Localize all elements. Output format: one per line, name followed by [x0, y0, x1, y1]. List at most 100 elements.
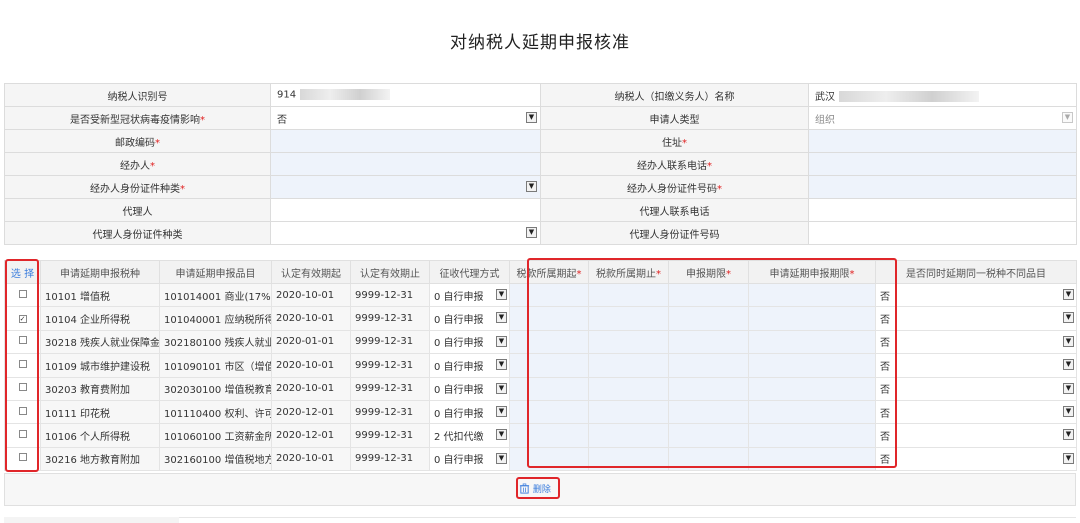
- deferral-deadline-input[interactable]: [748, 446, 876, 472]
- dropdown-arrow-icon[interactable]: ▼: [496, 312, 507, 324]
- cell-same-tax[interactable]: 否 ▼: [875, 306, 1077, 331]
- period-start-input[interactable]: [509, 306, 589, 331]
- cell-mode[interactable]: 0 自行申报 ▼: [429, 353, 510, 378]
- period-end-input[interactable]: [588, 399, 669, 425]
- cell-same-tax[interactable]: 否 ▼: [875, 329, 1077, 355]
- field-value[interactable]: [270, 152, 541, 176]
- checkbox-icon[interactable]: [18, 359, 27, 368]
- filing-deadline-input[interactable]: [668, 329, 749, 355]
- dropdown-arrow-icon[interactable]: ▼: [496, 405, 507, 417]
- period-start-input[interactable]: [509, 282, 589, 308]
- dropdown-arrow-icon[interactable]: ▼: [526, 227, 537, 238]
- period-start-input[interactable]: [509, 399, 589, 425]
- cell-mode[interactable]: 0 自行申报 ▼: [429, 282, 510, 308]
- checkbox-icon[interactable]: ✓: [18, 315, 27, 324]
- period-end-input[interactable]: [588, 306, 669, 331]
- field-value[interactable]: [808, 129, 1077, 153]
- filing-deadline-input[interactable]: [668, 423, 749, 448]
- dropdown-arrow-icon[interactable]: ▼: [1063, 289, 1074, 300]
- deferral-deadline-input[interactable]: [748, 399, 876, 425]
- select-cell[interactable]: [4, 376, 41, 401]
- field-value[interactable]: 914: [270, 83, 541, 107]
- dropdown-arrow-icon[interactable]: ▼: [1063, 429, 1074, 441]
- checkbox-icon[interactable]: [18, 289, 27, 298]
- cell-mode[interactable]: 0 自行申报 ▼: [429, 399, 510, 425]
- cell-same-tax[interactable]: 否 ▼: [875, 446, 1077, 472]
- cell-same-tax[interactable]: 否 ▼: [875, 282, 1077, 308]
- cell-same-tax[interactable]: 否 ▼: [875, 376, 1077, 401]
- cell-same-tax[interactable]: 否 ▼: [875, 399, 1077, 425]
- filing-deadline-input[interactable]: [668, 282, 749, 308]
- field-value[interactable]: [808, 152, 1077, 176]
- period-end-input[interactable]: [588, 353, 669, 378]
- select-cell[interactable]: [4, 329, 41, 355]
- filing-deadline-input[interactable]: [668, 376, 749, 401]
- period-end-input[interactable]: [588, 376, 669, 401]
- dropdown-arrow-icon[interactable]: ▼: [1062, 112, 1073, 123]
- dropdown-arrow-icon[interactable]: ▼: [1063, 312, 1074, 324]
- field-value[interactable]: [808, 198, 1077, 222]
- dropdown-arrow-icon[interactable]: ▼: [496, 429, 507, 441]
- period-end-input[interactable]: [588, 282, 669, 308]
- cell-mode[interactable]: 0 自行申报 ▼: [429, 376, 510, 401]
- deferral-deadline-input[interactable]: [748, 423, 876, 448]
- filing-deadline-input[interactable]: [668, 446, 749, 472]
- dropdown-arrow-icon[interactable]: ▼: [496, 452, 507, 464]
- period-start-input[interactable]: [509, 329, 589, 355]
- dropdown-arrow-icon[interactable]: ▼: [1063, 405, 1074, 417]
- field-value[interactable]: ▼: [270, 221, 541, 245]
- select-cell[interactable]: ✓: [4, 306, 41, 331]
- cell-mode[interactable]: 2 代扣代缴 ▼: [429, 423, 510, 448]
- field-value[interactable]: ▼: [270, 175, 541, 199]
- dropdown-arrow-icon[interactable]: ▼: [526, 181, 537, 192]
- period-start-input[interactable]: [509, 353, 589, 378]
- dropdown-arrow-icon[interactable]: ▼: [1063, 382, 1074, 394]
- filing-deadline-input[interactable]: [668, 353, 749, 378]
- field-value[interactable]: [808, 221, 1077, 245]
- select-cell[interactable]: [4, 353, 41, 378]
- field-value[interactable]: 武汉: [808, 83, 1077, 107]
- period-end-input[interactable]: [588, 446, 669, 472]
- checkbox-icon[interactable]: [18, 406, 27, 415]
- dropdown-arrow-icon[interactable]: ▼: [496, 359, 507, 371]
- deferral-deadline-input[interactable]: [748, 282, 876, 308]
- field-value[interactable]: 否 ▼: [270, 106, 541, 130]
- checkbox-icon[interactable]: [18, 430, 27, 439]
- period-end-input[interactable]: [588, 423, 669, 448]
- select-cell[interactable]: [4, 423, 41, 448]
- info-row: 代理人身份证件种类 ▼ 代理人身份证件号码: [4, 221, 1077, 245]
- select-cell[interactable]: [4, 282, 41, 308]
- filing-deadline-input[interactable]: [668, 306, 749, 331]
- cell-mode[interactable]: 0 自行申报 ▼: [429, 329, 510, 355]
- dropdown-arrow-icon[interactable]: ▼: [496, 289, 507, 300]
- deferral-deadline-input[interactable]: [748, 329, 876, 355]
- checkbox-icon[interactable]: [18, 383, 27, 392]
- period-start-input[interactable]: [509, 446, 589, 472]
- cell-mode[interactable]: 0 自行申报 ▼: [429, 306, 510, 331]
- deferral-deadline-input[interactable]: [748, 376, 876, 401]
- dropdown-arrow-icon[interactable]: ▼: [496, 382, 507, 394]
- checkbox-icon[interactable]: [18, 336, 27, 345]
- select-cell[interactable]: [4, 399, 41, 425]
- dropdown-arrow-icon[interactable]: ▼: [1063, 452, 1074, 464]
- deferral-deadline-input[interactable]: [748, 353, 876, 378]
- period-start-input[interactable]: [509, 423, 589, 448]
- period-start-input[interactable]: [509, 376, 589, 401]
- period-end-input[interactable]: [588, 329, 669, 355]
- deferral-deadline-input[interactable]: [748, 306, 876, 331]
- field-value[interactable]: [270, 198, 541, 222]
- dropdown-arrow-icon[interactable]: ▼: [1063, 359, 1074, 371]
- dropdown-arrow-icon[interactable]: ▼: [526, 112, 537, 123]
- cell-mode[interactable]: 0 自行申报 ▼: [429, 446, 510, 472]
- checkbox-icon[interactable]: [18, 453, 27, 462]
- delete-button[interactable]: 删除: [519, 482, 551, 495]
- field-value[interactable]: [270, 129, 541, 153]
- select-cell[interactable]: [4, 446, 41, 472]
- dropdown-arrow-icon[interactable]: ▼: [1063, 335, 1074, 347]
- field-value[interactable]: 组织 ▼: [808, 106, 1077, 130]
- cell-same-tax[interactable]: 否 ▼: [875, 353, 1077, 378]
- dropdown-arrow-icon[interactable]: ▼: [496, 335, 507, 347]
- field-value[interactable]: [808, 175, 1077, 199]
- cell-same-tax[interactable]: 否 ▼: [875, 423, 1077, 448]
- filing-deadline-input[interactable]: [668, 399, 749, 425]
